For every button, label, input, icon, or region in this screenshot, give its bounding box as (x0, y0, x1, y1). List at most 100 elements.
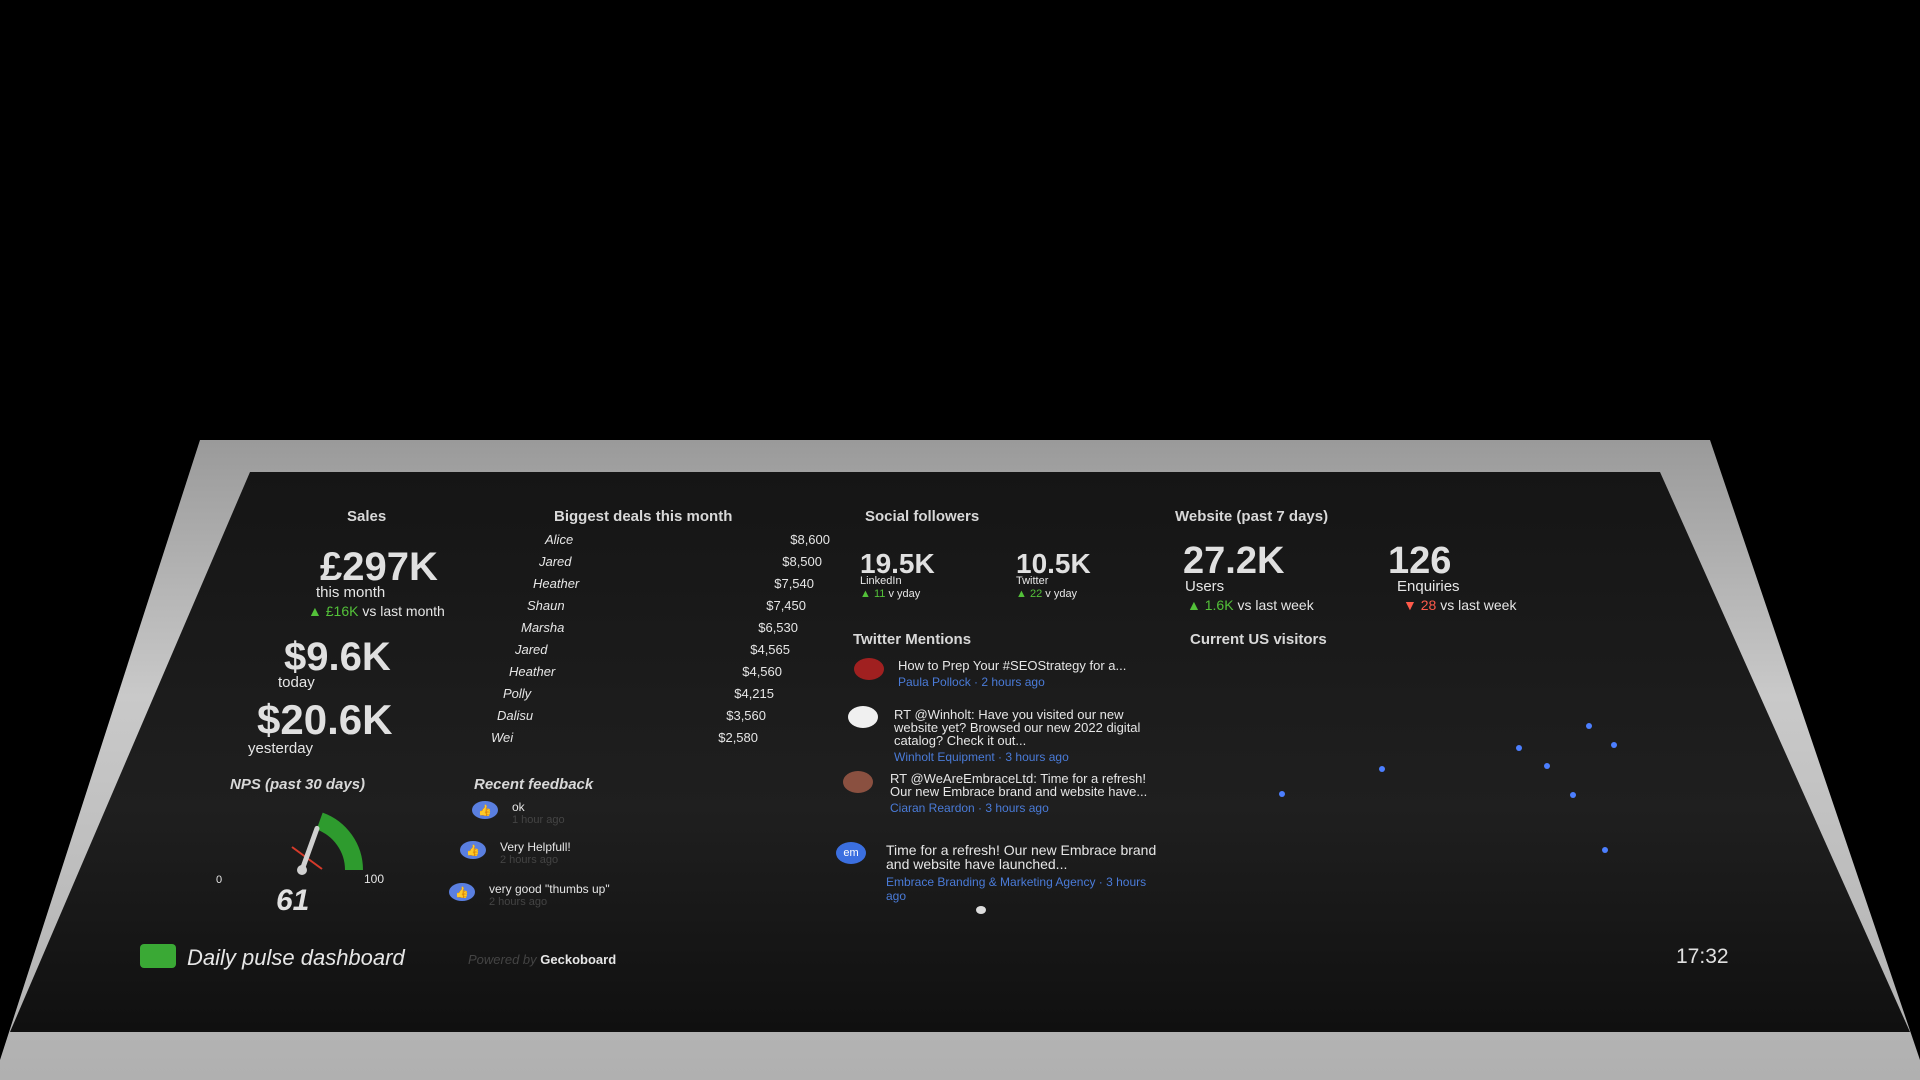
twitter-delta-label: v yday (1045, 588, 1078, 600)
linkedin-delta-value: 11 (873, 588, 886, 600)
linkedin-delta-label: v yday (888, 588, 921, 600)
visitor-dot (1279, 791, 1285, 797)
table-row: Alice $8,600 (545, 532, 830, 547)
users-delta: ▲ 1.6K vs last week (1187, 597, 1314, 613)
down-arrow-icon: ▼ (1403, 597, 1417, 613)
enquiries-delta-label: vs last week (1440, 597, 1517, 613)
deal-name: Jared (515, 642, 548, 657)
tweet-meta[interactable]: Embrace Branding & Marketing Agency · 3 … (886, 875, 1166, 903)
tweet-item[interactable]: RT @Winholt: Have you visited our new we… (894, 708, 1156, 764)
deal-name: Wei (491, 730, 514, 745)
dashboard-title: Daily pulse dashboard (187, 945, 405, 970)
up-arrow-icon: ▲ (1187, 597, 1201, 613)
sales-yesterday-label: yesterday (248, 740, 314, 757)
up-arrow-icon: ▲ (860, 588, 871, 600)
deal-name: Polly (503, 686, 532, 701)
avatar[interactable]: em (836, 842, 866, 864)
deal-value: $3,560 (726, 708, 766, 723)
gauge-fill (316, 812, 363, 871)
tweet-text: How to Prep Your #SEOStrategy for a... (898, 658, 1127, 673)
deal-value: $8,500 (782, 554, 822, 569)
table-row: Heather $7,540 (533, 576, 814, 591)
up-arrow-icon: ▲ (1016, 588, 1027, 600)
table-row: Dalisu $3,560 (497, 708, 766, 723)
twitter-delta-value: 22 (1029, 588, 1043, 600)
twitter-delta: ▲ 22 v yday (1016, 588, 1077, 600)
powered-by-brand[interactable]: Geckoboard (540, 952, 616, 967)
visitor-dot (1516, 745, 1522, 751)
deal-name: Alice (545, 532, 574, 547)
table-row: Heather $4,560 (509, 664, 782, 679)
deal-value: $4,565 (750, 642, 790, 657)
feedback-item[interactable]: Very Helpfull! 2 hours ago (500, 840, 571, 866)
tweet-item[interactable]: How to Prep Your #SEOStrategy for a... P… (898, 659, 1148, 689)
deal-name: Jared (539, 554, 572, 569)
nps-gauge (291, 812, 363, 875)
deal-value: $2,580 (718, 730, 758, 745)
tweet-meta[interactable]: Ciaran Reardon · 3 hours ago (890, 802, 1162, 815)
social-title: Social followers (865, 508, 980, 525)
feedback-time: 2 hours ago (500, 854, 559, 866)
table-row: Jared $4,565 (515, 642, 790, 657)
sales-month-delta-value: £16K (325, 603, 359, 619)
website-title: Website (past 7 days) (1175, 508, 1329, 525)
nps-value: 61 (276, 884, 310, 917)
deal-value: $7,450 (766, 598, 806, 613)
deal-name: Dalisu (497, 708, 534, 723)
nps-min: 0 (216, 874, 223, 886)
visitor-dot (1379, 766, 1385, 772)
visitor-dot (1602, 847, 1608, 853)
sales-today-label: today (278, 674, 315, 691)
tweet-meta[interactable]: Paula Pollock · 2 hours ago (898, 676, 1148, 689)
clock: 17:32 (1676, 945, 1729, 968)
linkedin-label: LinkedIn (860, 575, 902, 587)
table-row: Shaun $7,450 (527, 598, 806, 613)
deal-value: $4,560 (742, 664, 782, 679)
deal-value: $6,530 (758, 620, 798, 635)
table-row: Marsha $6,530 (521, 620, 798, 635)
deal-value: $8,600 (790, 532, 830, 547)
avatar[interactable] (854, 658, 884, 680)
feedback-title: Recent feedback (474, 776, 594, 793)
enquiries-label: Enquiries (1397, 578, 1460, 595)
users-delta-label: vs last week (1237, 597, 1314, 613)
linkedin-delta: ▲ 11 v yday (860, 588, 920, 600)
deal-value: $4,215 (734, 686, 774, 701)
tweet-meta[interactable]: Winholt Equipment · 3 hours ago (894, 751, 1156, 764)
mentions-title: Twitter Mentions (853, 631, 972, 648)
feedback-text: Very Helpfull! (500, 840, 571, 854)
visitors-title: Current US visitors (1190, 631, 1327, 648)
sales-yesterday-value: $20.6K (257, 696, 393, 743)
geckoboard-logo-icon (140, 944, 176, 968)
pagination-dot[interactable] (976, 906, 986, 914)
feedback-text: ok (512, 800, 525, 814)
tweet-item[interactable]: RT @WeAreEmbraceLtd: Time for a refresh!… (890, 772, 1162, 815)
feedback-item[interactable]: ok 1 hour ago (512, 800, 565, 826)
twitter-label: Twitter (1016, 575, 1049, 587)
table-row: Jared $8,500 (539, 554, 822, 569)
deal-name: Marsha (521, 620, 565, 635)
avatar[interactable] (843, 771, 873, 793)
powered-by: Powered by Geckoboard (468, 952, 616, 967)
thumbs-up-icon: 👍 (460, 841, 486, 859)
visitor-dot (1586, 723, 1592, 729)
thumbs-up-icon: 👍 (472, 801, 498, 819)
table-row: Wei $2,580 (491, 730, 758, 745)
tweet-item[interactable]: Time for a refresh! Our new Embrace bran… (886, 843, 1166, 903)
enquiries-value: 126 (1388, 540, 1452, 582)
users-value: 27.2K (1183, 540, 1285, 582)
feedback-item[interactable]: very good "thumbs up" 2 hours ago (489, 882, 610, 908)
nps-max: 100 (364, 872, 385, 886)
users-delta-value: 1.6K (1204, 597, 1234, 613)
feedback-time: 1 hour ago (512, 814, 565, 826)
table-row: Polly $4,215 (503, 686, 774, 701)
powered-by-label: Powered by (468, 952, 537, 967)
avatar[interactable] (848, 706, 878, 728)
enquiries-delta-value: 28 (1420, 597, 1437, 613)
tweet-text: RT @WeAreEmbraceLtd: Time for a refresh!… (890, 771, 1148, 799)
deals-title: Biggest deals this month (554, 508, 733, 525)
enquiries-delta: ▼ 28 vs last week (1403, 597, 1516, 613)
visitor-dot (1570, 792, 1576, 798)
sales-month-label: this month (316, 584, 386, 601)
nps-title: NPS (past 30 days) (230, 776, 366, 793)
